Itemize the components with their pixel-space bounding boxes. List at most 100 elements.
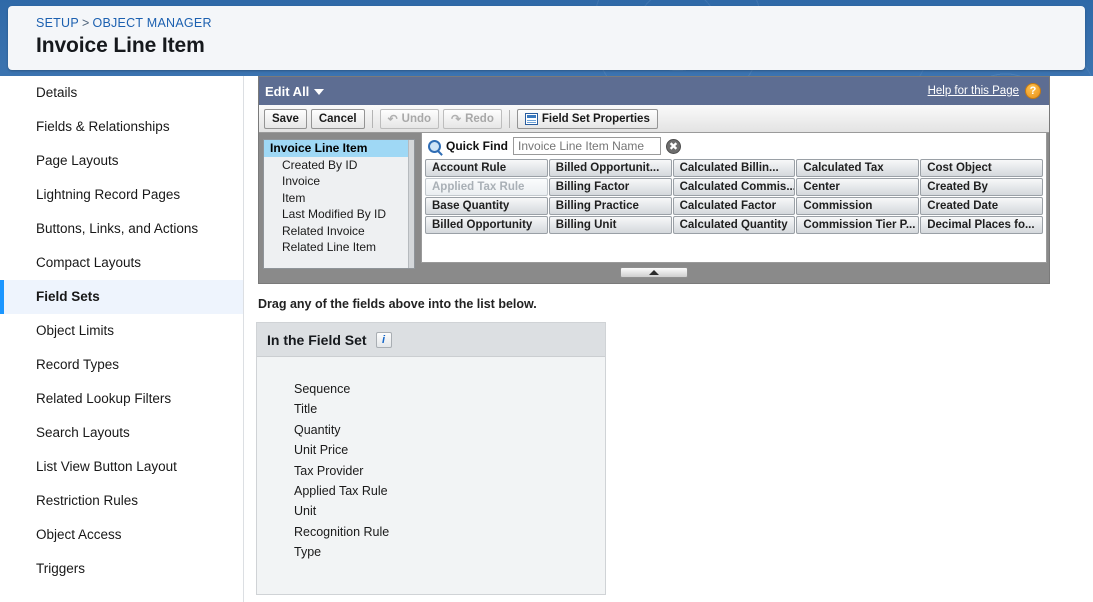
- help-for-this-page-link[interactable]: Help for this Page: [928, 85, 1019, 97]
- sidebar-item-record-types[interactable]: Record Types: [0, 348, 243, 382]
- collapse-up-icon: [649, 270, 659, 275]
- field-tile[interactable]: Center: [796, 178, 920, 196]
- field-tile[interactable]: Calculated Billin...: [672, 159, 796, 177]
- sidebar-item-field-sets[interactable]: Field Sets: [0, 280, 243, 314]
- object-tree-rows: Invoice Line Item Created By ID Invoice …: [264, 140, 414, 256]
- field-set-panel-header: In the Field Set i: [257, 323, 605, 357]
- sidebar-item-compact-layouts[interactable]: Compact Layouts: [0, 246, 243, 280]
- sidebar-item-label: Page Layouts: [36, 153, 119, 168]
- field-set-properties-label: Field Set Properties: [541, 112, 650, 125]
- field-tile[interactable]: Calculated Commis...: [672, 178, 796, 196]
- field-set-row[interactable]: Recognition Rule: [294, 522, 605, 542]
- sidebar-item-details[interactable]: Details: [0, 76, 243, 110]
- field-set-row[interactable]: Sequence: [294, 379, 605, 399]
- field-tile[interactable]: Billing Unit: [548, 216, 672, 234]
- search-icon: [428, 139, 441, 153]
- clear-search-icon[interactable]: ✖: [666, 138, 682, 154]
- undo-arrow-icon: ↶: [387, 111, 398, 126]
- object-tree-row[interactable]: Created By ID: [264, 157, 414, 174]
- field-set-row[interactable]: Unit Price: [294, 440, 605, 460]
- object-tree-row[interactable]: Related Invoice: [264, 223, 414, 240]
- sidebar-item-object-access[interactable]: Object Access: [0, 518, 243, 552]
- sidebar-item-label: Search Layouts: [36, 425, 130, 440]
- sidebar-item-label: List View Button Layout: [36, 459, 177, 474]
- object-tree-row[interactable]: Related Line Item: [264, 239, 414, 256]
- page-title: Invoice Line Item: [36, 34, 205, 57]
- object-tree-row[interactable]: Invoice: [264, 173, 414, 190]
- sidebar-item-search-layouts[interactable]: Search Layouts: [0, 416, 243, 450]
- field-set-properties-button[interactable]: Field Set Properties: [516, 108, 658, 129]
- field-tile[interactable]: Calculated Quantity: [672, 216, 796, 234]
- field-tile[interactable]: Commission: [796, 197, 920, 215]
- field-tile[interactable]: Cost Object: [920, 159, 1043, 177]
- redo-arrow-icon: ↷: [451, 111, 462, 126]
- quick-find-input[interactable]: [513, 137, 662, 155]
- field-tile-grid: Account Rule Billed Opportunit... Calcul…: [422, 159, 1046, 234]
- object-tree-row[interactable]: Item: [264, 190, 414, 207]
- field-tile[interactable]: Base Quantity: [425, 197, 548, 215]
- sidebar-item-triggers[interactable]: Triggers: [0, 552, 243, 586]
- info-icon[interactable]: i: [375, 331, 392, 348]
- available-fields-palette: Quick Find ✖ Account Rule Billed Opportu…: [421, 133, 1047, 263]
- sidebar-item-object-limits[interactable]: Object Limits: [0, 314, 243, 348]
- sidebar-item-label: Lightning Record Pages: [36, 187, 181, 202]
- field-set-row[interactable]: Tax Provider: [294, 461, 605, 481]
- field-tile[interactable]: Decimal Places fo...: [920, 216, 1043, 234]
- field-tile[interactable]: Created Date: [920, 197, 1043, 215]
- sidebar-item-label: Restriction Rules: [36, 493, 139, 508]
- sidebar-item-label: Fields & Relationships: [36, 119, 170, 134]
- sidebar-item-restriction-rules[interactable]: Restriction Rules: [0, 484, 243, 518]
- field-tile[interactable]: Billed Opportunit...: [548, 159, 672, 177]
- sidebar-item-buttons-links-actions[interactable]: Buttons, Links, and Actions: [0, 212, 243, 246]
- properties-grid-icon: [524, 112, 538, 125]
- sidebar-item-label: Record Types: [36, 357, 120, 372]
- field-tile[interactable]: Billing Factor: [548, 178, 672, 196]
- sidebar-item-related-lookup-filters[interactable]: Related Lookup Filters: [0, 382, 243, 416]
- save-button[interactable]: Save: [264, 108, 307, 129]
- field-set-row[interactable]: Applied Tax Rule: [294, 481, 605, 501]
- breadcrumb: SETUP > OBJECT MANAGER: [36, 16, 1085, 30]
- cancel-button[interactable]: Cancel: [310, 108, 365, 129]
- quick-find-bar: Quick Find ✖: [422, 133, 1046, 159]
- field-set-row[interactable]: Quantity: [294, 420, 605, 440]
- field-set-editor-panel: Edit All Help for this Page ? Save Cance…: [258, 76, 1050, 284]
- field-set-row[interactable]: Unit: [294, 501, 605, 521]
- object-tree-row-root[interactable]: Invoice Line Item: [264, 140, 414, 157]
- field-tile[interactable]: Commission Tier P...: [796, 216, 920, 234]
- in-the-field-set-panel: In the Field Set i Sequence Title Quanti…: [256, 322, 606, 595]
- field-tile[interactable]: Billing Practice: [548, 197, 672, 215]
- object-tree-row[interactable]: Last Modified By ID: [264, 206, 414, 223]
- field-set-row[interactable]: Title: [294, 399, 605, 419]
- save-label: Save: [272, 112, 299, 125]
- field-set-field-list: Sequence Title Quantity Unit Price Tax P…: [257, 357, 605, 563]
- palette-resize-handle[interactable]: [620, 267, 688, 278]
- field-tile[interactable]: Calculated Tax: [796, 159, 920, 177]
- field-tile[interactable]: Account Rule: [425, 159, 548, 177]
- help-question-icon[interactable]: ?: [1025, 83, 1041, 99]
- field-tile[interactable]: Calculated Factor: [672, 197, 796, 215]
- field-tile[interactable]: Created By: [920, 178, 1043, 196]
- object-tree-listbox[interactable]: Invoice Line Item Created By ID Invoice …: [263, 139, 415, 269]
- quick-find-label: Quick Find: [446, 139, 509, 153]
- undo-label: Undo: [401, 112, 432, 125]
- page-header-card: SETUP > OBJECT MANAGER Invoice Line Item: [8, 6, 1085, 70]
- edit-all-label: Edit All: [265, 83, 310, 99]
- field-set-panel-title: In the Field Set: [267, 331, 367, 348]
- breadcrumb-setup[interactable]: SETUP: [36, 16, 79, 30]
- toolbar-divider: [508, 109, 510, 128]
- breadcrumb-separator: >: [81, 16, 90, 30]
- redo-button: ↷ Redo: [443, 108, 502, 129]
- field-tile-disabled: Applied Tax Rule: [425, 178, 548, 196]
- field-tile[interactable]: Billed Opportunity: [425, 216, 548, 234]
- edit-all-dropdown[interactable]: Edit All: [265, 83, 325, 99]
- editor-body: Invoice Line Item Created By ID Invoice …: [259, 133, 1049, 285]
- sidebar-item-page-layouts[interactable]: Page Layouts: [0, 144, 243, 178]
- sidebar-item-lightning-record-pages[interactable]: Lightning Record Pages: [0, 178, 243, 212]
- object-tree-scrollbar[interactable]: [408, 140, 414, 268]
- drag-instruction-text: Drag any of the fields above into the li…: [258, 297, 537, 311]
- sidebar-item-label: Related Lookup Filters: [36, 391, 172, 406]
- sidebar-item-fields-relationships[interactable]: Fields & Relationships: [0, 110, 243, 144]
- sidebar-item-list-view-button-layout[interactable]: List View Button Layout: [0, 450, 243, 484]
- field-set-row[interactable]: Type: [294, 542, 605, 562]
- breadcrumb-object-manager[interactable]: OBJECT MANAGER: [93, 16, 212, 30]
